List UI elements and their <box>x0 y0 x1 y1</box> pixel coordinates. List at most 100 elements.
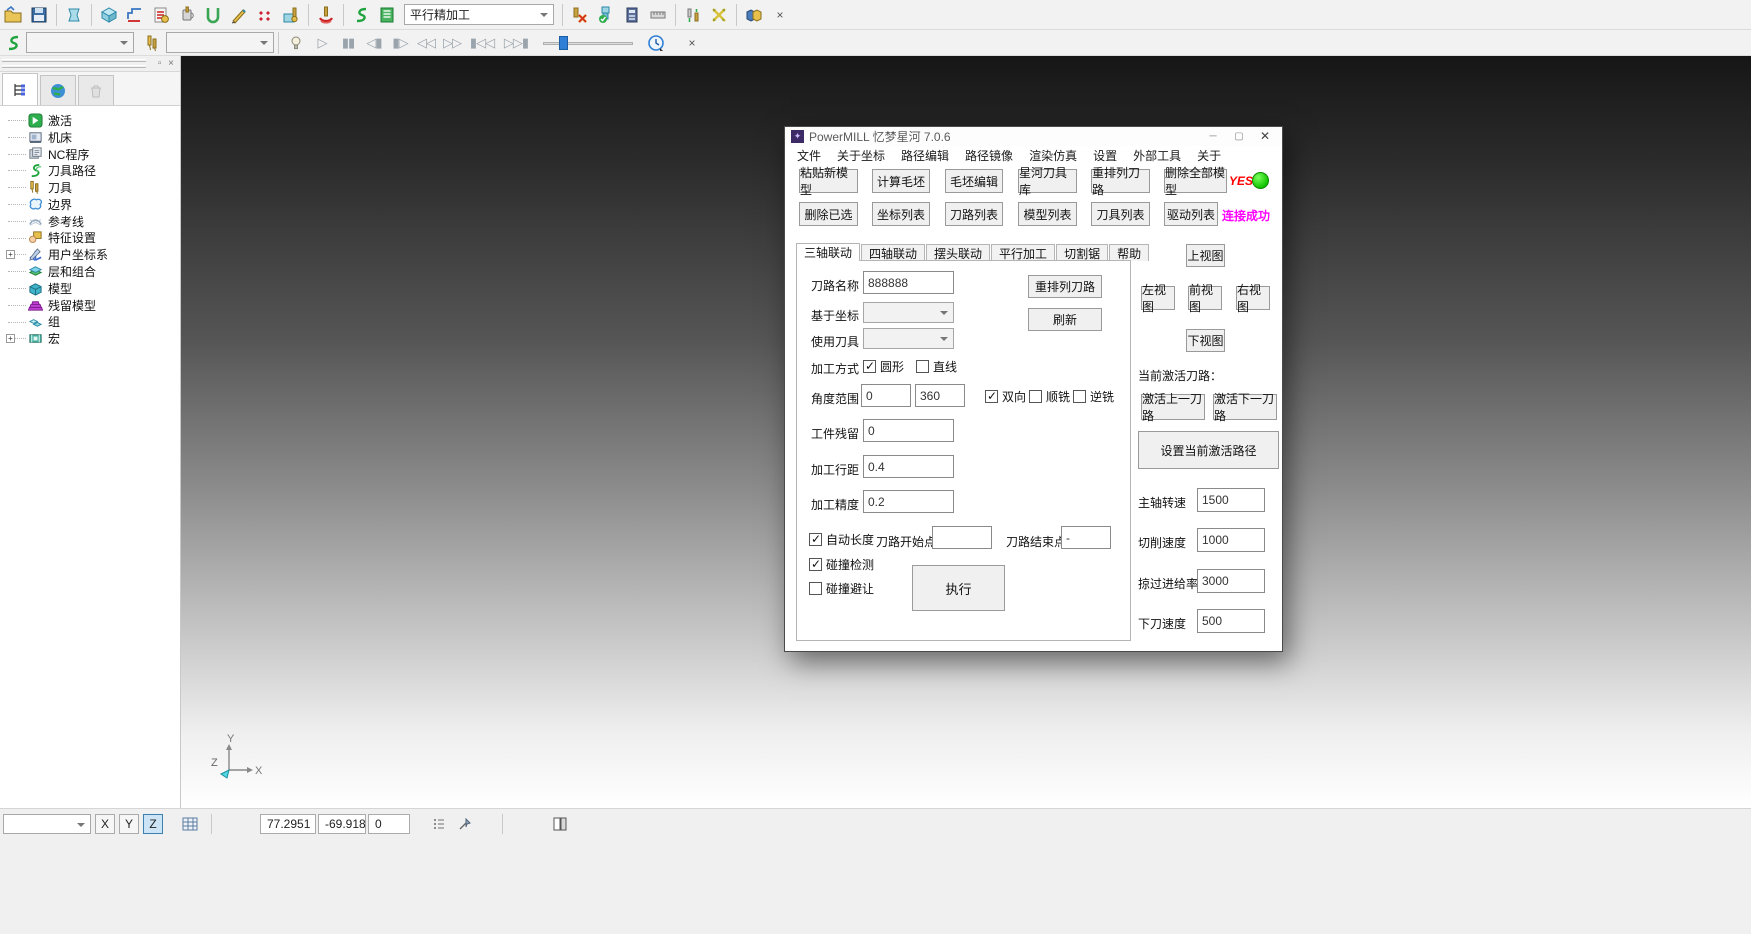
model-viewer-icon[interactable] <box>61 3 87 27</box>
close-button[interactable]: ✕ <box>1252 127 1278 145</box>
cutting-feed-input[interactable]: 1000 <box>1197 528 1265 552</box>
tree-item-activate[interactable]: 激活 <box>6 112 180 129</box>
clamp-icon[interactable] <box>200 3 226 27</box>
stock-edit-button[interactable]: 毛坯编辑 <box>945 169 1003 193</box>
next-toolpath-button[interactable]: 激活下一刀路 <box>1213 394 1277 420</box>
tab-parallel[interactable]: 平行加工 <box>991 244 1055 261</box>
statusbar-combo[interactable] <box>3 814 91 834</box>
skim-feed-input[interactable]: 3000 <box>1197 569 1265 593</box>
calculator-icon[interactable] <box>619 3 645 27</box>
measure-icon[interactable] <box>645 3 671 27</box>
axis-z-button[interactable]: Z <box>143 814 163 834</box>
auto-length-checkbox[interactable]: 自动长度 <box>809 531 874 548</box>
end-point-input[interactable]: - <box>1061 526 1111 549</box>
slider-handle[interactable] <box>559 36 568 50</box>
stock-allowance-input[interactable]: 0 <box>863 419 954 442</box>
view-bottom-button[interactable]: 下视图 <box>1186 329 1225 352</box>
step-forward-icon[interactable]: ▮▷ <box>387 31 413 55</box>
delete-tool-icon[interactable] <box>567 3 593 27</box>
clock-icon[interactable] <box>643 31 669 55</box>
menu-path-mirror[interactable]: 路径镜像 <box>965 147 1013 164</box>
panel-grip[interactable]: ▫ × <box>0 56 180 72</box>
strategy-form-icon[interactable] <box>374 3 400 27</box>
tree-item-models[interactable]: 模型 <box>6 280 180 297</box>
coord-z-field[interactable]: 0 <box>368 814 410 834</box>
tree-item-groups[interactable]: 组 <box>6 314 180 331</box>
tool-block-icon[interactable] <box>278 3 304 27</box>
coord-y-field[interactable]: -69.918 <box>318 814 366 834</box>
tool-holder-icon[interactable] <box>174 3 200 27</box>
sim-tool-combo[interactable] <box>166 32 274 53</box>
delete-selected-button[interactable]: 删除已选 <box>799 202 858 226</box>
view-right-button[interactable]: 右视图 <box>1236 286 1270 310</box>
tool-list-button[interactable]: 刀具列表 <box>1091 202 1150 226</box>
toolpath-list-button[interactable]: 刀路列表 <box>945 202 1003 226</box>
play-icon[interactable]: ▷ <box>309 31 335 55</box>
angle-to-input[interactable]: 360 <box>915 384 965 407</box>
mode-circle-checkbox[interactable]: 圆形 <box>863 358 904 375</box>
strategy-combo[interactable]: 平行精加工 <box>404 4 554 25</box>
use-tool-combo[interactable] <box>863 328 954 349</box>
set-active-path-button[interactable]: 设置当前激活路径 <box>1138 431 1279 469</box>
menu-settings[interactable]: 设置 <box>1093 147 1117 164</box>
view-front-button[interactable]: 前视图 <box>1188 286 1222 310</box>
verify-tool-icon[interactable] <box>593 3 619 27</box>
skip-to-start-icon[interactable]: ▮◁◁ <box>465 31 499 55</box>
toolbar-close-icon[interactable]: × <box>767 3 793 27</box>
skip-to-end-icon[interactable]: ▷▷▮ <box>499 31 533 55</box>
mode-line-checkbox[interactable]: 直线 <box>916 358 957 375</box>
tree-item-macros[interactable]: +宏 <box>6 330 180 347</box>
collision-check-checkbox[interactable]: 碰撞检测 <box>809 556 874 573</box>
recycle-bin-icon[interactable] <box>78 75 114 105</box>
delete-all-models-button[interactable]: 删除全部模型 <box>1164 169 1227 193</box>
toolpath-draw-icon[interactable] <box>226 3 252 27</box>
tree-item-workplanes[interactable]: +用户坐标系 <box>6 246 180 263</box>
angle-from-input[interactable]: 0 <box>861 384 911 407</box>
collision-avoid-checkbox[interactable]: 碰撞避让 <box>809 580 874 597</box>
rewind-icon[interactable]: ◁◁ <box>413 31 439 55</box>
maximize-button[interactable]: ▢ <box>1226 127 1252 145</box>
tree-item-levels[interactable]: 层和组合 <box>6 263 180 280</box>
climb-mill-checkbox[interactable]: 顺铣 <box>1029 388 1070 405</box>
explorer-tree-icon[interactable] <box>2 73 38 105</box>
stepover-input[interactable]: 0.4 <box>863 455 954 478</box>
menu-external-tools[interactable]: 外部工具 <box>1133 147 1181 164</box>
pm-toolpath-icon[interactable] <box>348 3 374 27</box>
execute-button[interactable]: 执行 <box>912 565 1005 611</box>
view-left-button[interactable]: 左视图 <box>1141 286 1175 310</box>
sim-close-icon[interactable]: × <box>679 31 705 55</box>
tolerance-input[interactable]: 0.2 <box>863 490 954 513</box>
tool-library-button[interactable]: 星河刀具库 <box>1018 169 1077 193</box>
refresh-button[interactable]: 刷新 <box>1028 308 1102 331</box>
paste-model-button[interactable]: 粘贴新模型 <box>799 169 858 193</box>
tree-item-feature-sets[interactable]: 特征设置 <box>6 230 180 247</box>
tab-help[interactable]: 帮助 <box>1109 244 1149 261</box>
block-icon[interactable] <box>96 3 122 27</box>
menu-file[interactable]: 文件 <box>797 147 821 164</box>
spindle-speed-input[interactable]: 1500 <box>1197 488 1265 512</box>
lightbulb-icon[interactable] <box>283 31 309 55</box>
tree-item-patterns[interactable]: 参考线 <box>6 213 180 230</box>
fast-forward-icon[interactable]: ▷▷ <box>439 31 465 55</box>
menu-path-edit[interactable]: 路径编辑 <box>901 147 949 164</box>
panel-mini-buttons[interactable]: ▫ × <box>158 58 176 69</box>
menu-about[interactable]: 关于 <box>1197 147 1221 164</box>
prev-toolpath-button[interactable]: 激活上一刀路 <box>1141 394 1205 420</box>
conventional-mill-checkbox[interactable]: 逆铣 <box>1073 388 1114 405</box>
open-file-icon[interactable] <box>0 3 26 27</box>
tab-saw[interactable]: 切割锯 <box>1056 244 1108 261</box>
snap-icon[interactable] <box>452 812 478 836</box>
view-top-button[interactable]: 上视图 <box>1186 244 1225 267</box>
grid-icon[interactable] <box>177 812 203 836</box>
sim-toolpath-combo[interactable] <box>26 32 134 53</box>
tab-3axis[interactable]: 三轴联动 <box>796 243 860 261</box>
compute-stock-button[interactable]: 计算毛坯 <box>872 169 930 193</box>
save-icon[interactable] <box>26 3 52 27</box>
tree-item-tools[interactable]: 刀具 <box>6 179 180 196</box>
base-coord-combo[interactable] <box>863 302 954 323</box>
rearrange-toolpaths-button[interactable]: 重排列刀路 <box>1091 169 1150 193</box>
expand-icon[interactable]: + <box>6 334 15 343</box>
tree-item-machine[interactable]: 机床 <box>6 129 180 146</box>
tree-item-toolpaths[interactable]: 刀具路径 <box>6 162 180 179</box>
transform-icon[interactable] <box>706 3 732 27</box>
